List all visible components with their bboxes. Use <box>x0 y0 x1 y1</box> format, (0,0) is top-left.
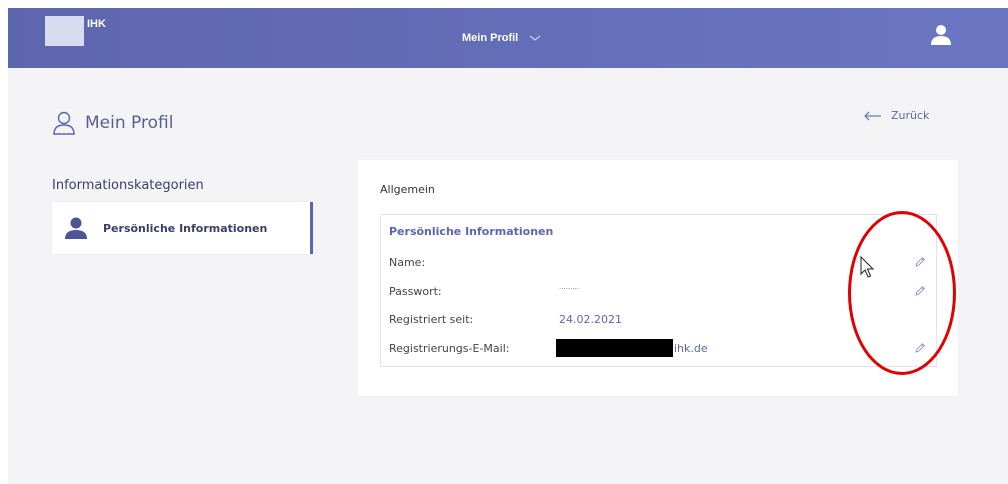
sidebar-item-personal-info[interactable]: Persönliche Informationen <box>52 202 313 254</box>
personal-info-box: Persönliche Informationen Name: Passwort… <box>380 214 937 367</box>
pencil-icon[interactable] <box>913 341 927 355</box>
sidebar-item-label: Persönliche Informationen <box>103 221 268 235</box>
page-title-text: Mein Profil <box>85 113 174 133</box>
registration-email-label: Registrierungs-E-Mail: <box>389 342 510 355</box>
registered-since-row: Registriert seit: 24.02.2021 <box>389 313 929 331</box>
ihk-logo[interactable]: IHK <box>45 16 115 46</box>
name-row: Name: <box>389 256 929 274</box>
user-account-icon[interactable] <box>930 24 952 46</box>
user-outline-icon <box>53 111 75 135</box>
sidebar-title: Informationskategorien <box>52 178 204 193</box>
redaction-bar <box>556 339 673 357</box>
page-title: Mein Profil <box>52 111 173 135</box>
registered-since-label: Registriert seit: <box>389 313 474 326</box>
back-link-label: Zurück <box>891 109 930 122</box>
back-link[interactable]: Zurück <box>864 109 929 122</box>
user-icon <box>65 217 87 239</box>
pencil-icon[interactable] <box>913 255 927 269</box>
section-title-general: Allgemein <box>380 183 435 196</box>
app-window: IHK Mein Profil Mein Profil Zurück Infor… <box>8 8 1008 484</box>
arrow-left-icon <box>864 111 881 120</box>
header-menu-label: Mein Profil <box>462 32 519 44</box>
profile-card: Allgemein Persönliche Informationen Name… <box>358 160 958 396</box>
name-label: Name: <box>389 256 426 269</box>
password-value: ········· <box>559 285 580 293</box>
registration-email-value: ihk.de <box>556 339 719 358</box>
info-box-title: Persönliche Informationen <box>389 225 554 238</box>
header-profile-menu[interactable]: Mein Profil <box>462 28 542 48</box>
registration-email-row: Registrierungs-E-Mail: ihk.de <box>389 339 929 360</box>
email-domain: ihk.de <box>674 342 708 355</box>
top-header: IHK Mein Profil <box>8 8 1008 68</box>
password-label: Passwort: <box>389 285 442 298</box>
password-row: Passwort: ········· <box>389 285 929 303</box>
logo-mark <box>45 16 84 46</box>
registered-since-value: 24.02.2021 <box>559 313 622 326</box>
chevron-down-icon <box>529 35 541 41</box>
pencil-icon[interactable] <box>913 284 927 298</box>
logo-text: IHK <box>87 18 106 30</box>
